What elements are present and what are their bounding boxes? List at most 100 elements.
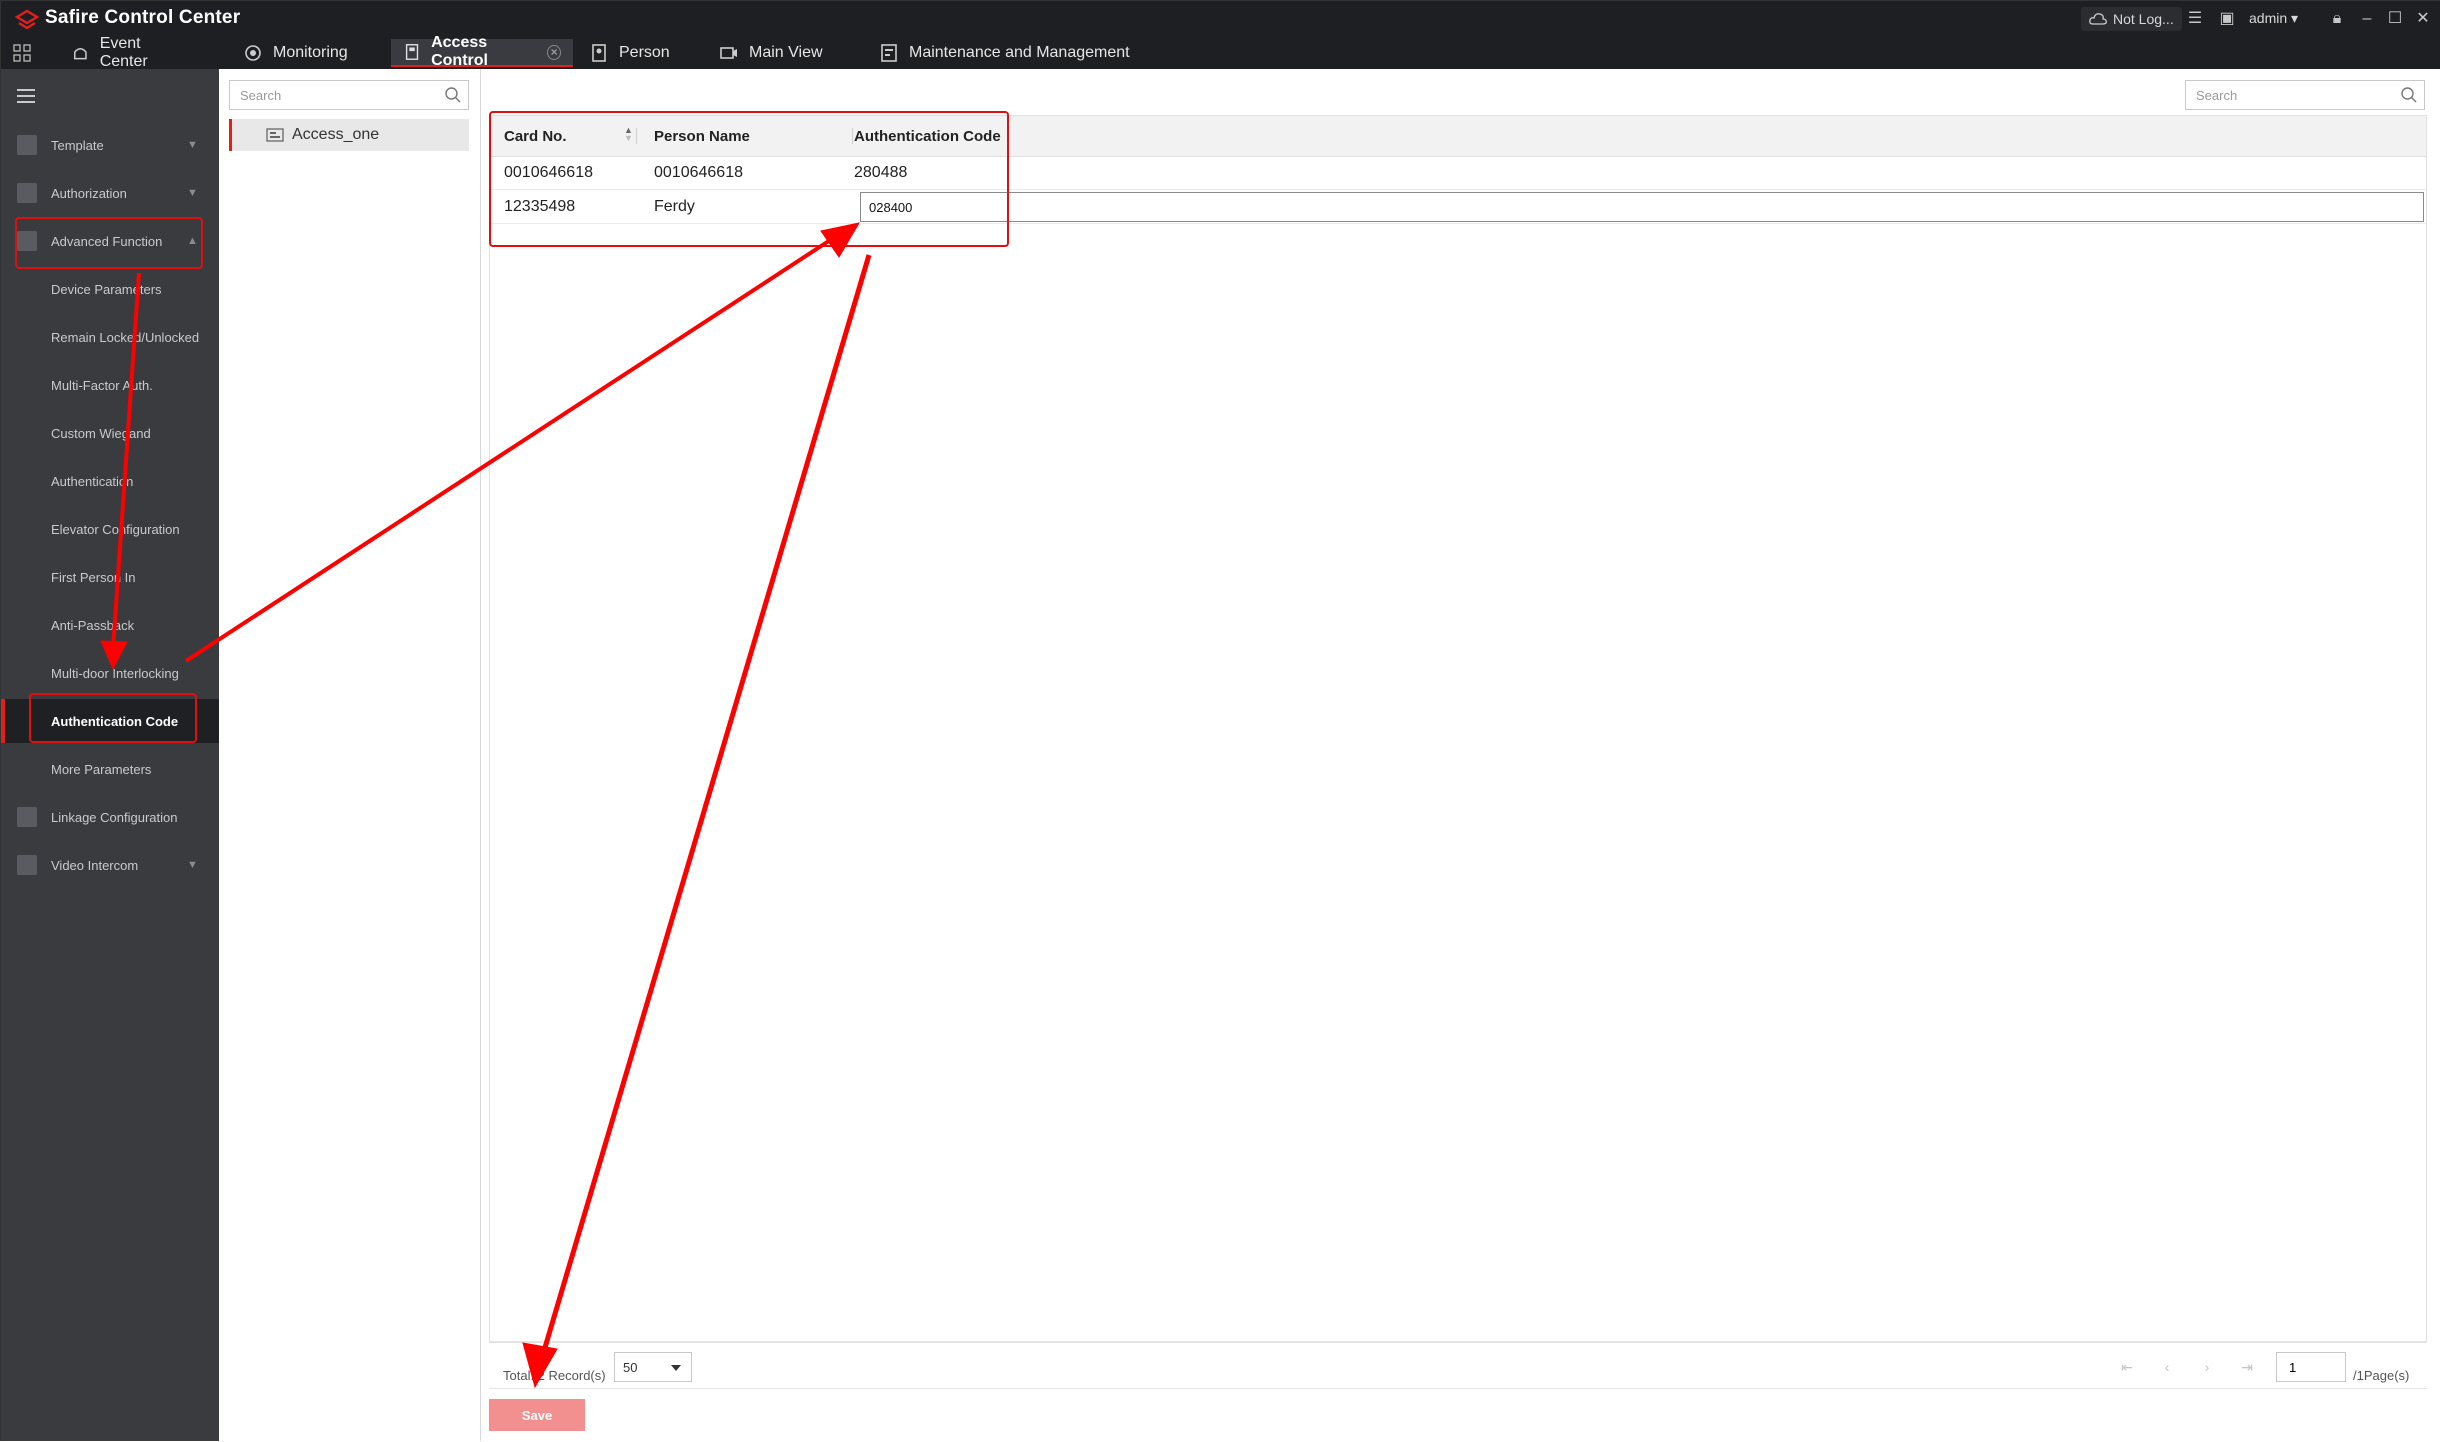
cloud-icon [2089, 13, 2107, 25]
save-button[interactable]: Save [489, 1399, 585, 1431]
next-page-icon[interactable]: › [2199, 1358, 2215, 1376]
lock-icon[interactable]: 🔒︎ [2327, 9, 2347, 29]
device-search[interactable] [229, 80, 469, 110]
video-intercom-icon [17, 855, 37, 875]
user-menu[interactable]: admin ▾ [2249, 10, 2298, 27]
camera-icon [245, 45, 261, 61]
main-content: Card No. ▲▼ Person Name Authentication C… [481, 69, 2440, 1441]
sidebar-subitem-authentication[interactable]: Authentication [1, 459, 219, 503]
device-icon [266, 128, 284, 142]
sidebar-subitem-elevator[interactable]: Elevator Configuration [1, 507, 219, 551]
sidebar-item-label: Video Intercom [51, 857, 139, 873]
auth-code-editor[interactable] [860, 192, 2424, 222]
sidebar-subitem-label: Authentication [51, 473, 134, 489]
sidebar-subitem-custom-wiegand[interactable]: Custom Wiegand [1, 411, 219, 455]
sidebar-subitem-device-parameters[interactable]: Device Parameters [1, 267, 219, 311]
sidebar-item-label: Linkage Configuration [51, 809, 178, 825]
sidebar-subitem-remain-locked[interactable]: Remain Locked/Unlocked [1, 315, 219, 359]
search-icon[interactable] [444, 86, 462, 104]
tab-event-center[interactable]: Event Center [59, 35, 199, 70]
pagination-bar [489, 1341, 2427, 1389]
sidebar-subitem-first-person[interactable]: First Person In [1, 555, 219, 599]
tab-label: Person [619, 44, 670, 61]
device-name: Access_one [292, 126, 380, 143]
page-number-input[interactable] [2277, 1353, 2345, 1381]
tab-monitoring[interactable]: Monitoring [231, 39, 371, 67]
sidebar-subitem-anti-passback[interactable]: Anti-Passback [1, 603, 219, 647]
sidebar-subitem-more-parameters[interactable]: More Parameters [1, 747, 219, 791]
user-name: admin [2249, 10, 2288, 26]
maintenance-icon [881, 44, 897, 62]
module-tabs: Event Center Monitoring Access Control ×… [1, 34, 2440, 70]
prev-page-icon[interactable]: ‹ [2159, 1358, 2175, 1376]
first-page-icon[interactable]: ⇤ [2119, 1358, 2135, 1376]
sidebar-subitem-multi-door[interactable]: Multi-door Interlocking [1, 651, 219, 695]
sidebar-subitem-label: Multi-door Interlocking [51, 665, 179, 681]
sidebar-subitem-label: Multi-Factor Auth. [51, 377, 153, 393]
tab-maintenance[interactable]: Maintenance and Management [867, 39, 1157, 67]
app-window: Safire Control Center Not Log... ☰ ▣ adm… [0, 0, 2440, 1441]
tab-access-control[interactable]: Access Control × [391, 34, 573, 69]
sidebar-subitem-label: Anti-Passback [51, 617, 135, 633]
annotation-box-auth-code-menu [29, 693, 197, 743]
tab-label: Maintenance and Management [909, 44, 1130, 61]
sidebar-subitem-label: Remain Locked/Unlocked [51, 329, 200, 345]
event-center-icon [73, 48, 87, 60]
page-size-select[interactable]: 50 [614, 1352, 692, 1382]
person-icon [592, 44, 606, 62]
device-search-input[interactable] [230, 81, 441, 109]
title-bar: Safire Control Center Not Log... ☰ ▣ adm… [1, 1, 2440, 70]
total-records: Total: 2 Record(s) [503, 1368, 606, 1383]
login-status-label: Not Log... [2113, 11, 2174, 27]
sidebar: Template ▼ Authorization ▼ Advanced Func… [1, 69, 219, 1441]
login-status[interactable]: Not Log... [2081, 7, 2182, 31]
device-panel: Access_one [219, 69, 481, 1441]
table-search[interactable] [2185, 80, 2425, 110]
page-size-value: 50 [623, 1359, 638, 1375]
tab-label: Main View [749, 44, 823, 61]
safire-logo-icon [15, 9, 39, 30]
sidebar-subitem-label: Elevator Configuration [51, 521, 180, 537]
sidebar-item-linkage[interactable]: Linkage Configuration [1, 795, 219, 839]
sidebar-subitem-label: First Person In [51, 569, 136, 585]
sidebar-item-authorization[interactable]: Authorization ▼ [1, 171, 219, 215]
app-title: Safire Control Center [45, 7, 241, 28]
total-pages: /1Page(s) [2353, 1368, 2410, 1383]
page-number-field[interactable] [2276, 1352, 2346, 1382]
search-icon[interactable] [2400, 86, 2418, 104]
maximize-icon[interactable]: ☐ [2385, 9, 2405, 29]
sidebar-subitem-label: More Parameters [51, 761, 152, 777]
image-icon[interactable]: ▣ [2217, 9, 2237, 29]
sidebar-item-label: Authorization [51, 185, 127, 201]
linkage-icon [17, 807, 37, 827]
access-control-icon [405, 44, 419, 60]
tab-main-view[interactable]: Main View [707, 39, 847, 67]
last-page-icon[interactable]: ⇥ [2239, 1358, 2255, 1376]
tab-person[interactable]: Person [577, 39, 697, 67]
home-grid-icon[interactable] [13, 39, 41, 67]
sidebar-item-video-intercom[interactable]: Video Intercom ▼ [1, 843, 219, 887]
menu-collapse-icon[interactable] [17, 89, 35, 103]
auth-code-table: Card No. ▲ ▼ Person Name Authentication C… [489, 115, 2427, 1343]
minimize-icon[interactable]: – [2357, 9, 2377, 29]
chevron-down-icon: ▼ [187, 859, 198, 871]
sidebar-subitem-label: Custom Wiegand [51, 425, 151, 441]
video-icon [720, 47, 737, 59]
chevron-down-icon: ▼ [187, 187, 198, 199]
table-search-input[interactable] [2186, 81, 2397, 109]
close-icon[interactable]: ✕ [2413, 9, 2433, 29]
list-icon[interactable]: ☰ [2185, 9, 2205, 29]
sidebar-subitem-multi-factor[interactable]: Multi-Factor Auth. [1, 363, 219, 407]
tab-label: Access Control [431, 34, 488, 69]
device-item[interactable]: Access_one [229, 119, 469, 151]
template-icon [17, 135, 37, 155]
sidebar-subitem-label: Device Parameters [51, 281, 162, 297]
tab-label: Event Center [99, 35, 148, 70]
sidebar-item-label: Template [51, 137, 104, 153]
close-tab-icon[interactable]: × [547, 44, 561, 60]
authorization-icon [17, 183, 37, 203]
annotation-box-table [489, 111, 1009, 247]
sidebar-item-template[interactable]: Template ▼ [1, 123, 219, 167]
auth-code-input[interactable] [861, 193, 2423, 221]
annotation-box-advanced-function [15, 217, 203, 269]
